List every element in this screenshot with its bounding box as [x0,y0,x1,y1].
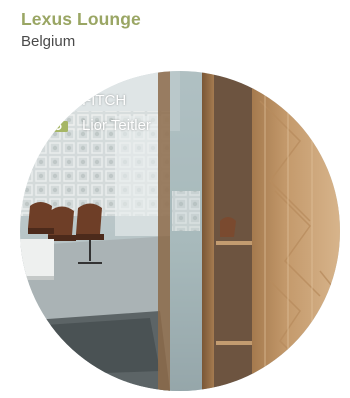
designer-name: FITCH [82,91,127,109]
camera-icon [44,116,72,134]
designer-credit: FITCH [44,91,126,109]
lounge-photo: FITCH Lior Teitler [20,71,340,391]
photographer-name: Lior Teitler [82,116,151,134]
photographer-credit: Lior Teitler [44,116,151,134]
project-location: Belgium [21,33,76,50]
project-title: Lexus Lounge [21,9,141,29]
pencil-icon [44,91,72,109]
